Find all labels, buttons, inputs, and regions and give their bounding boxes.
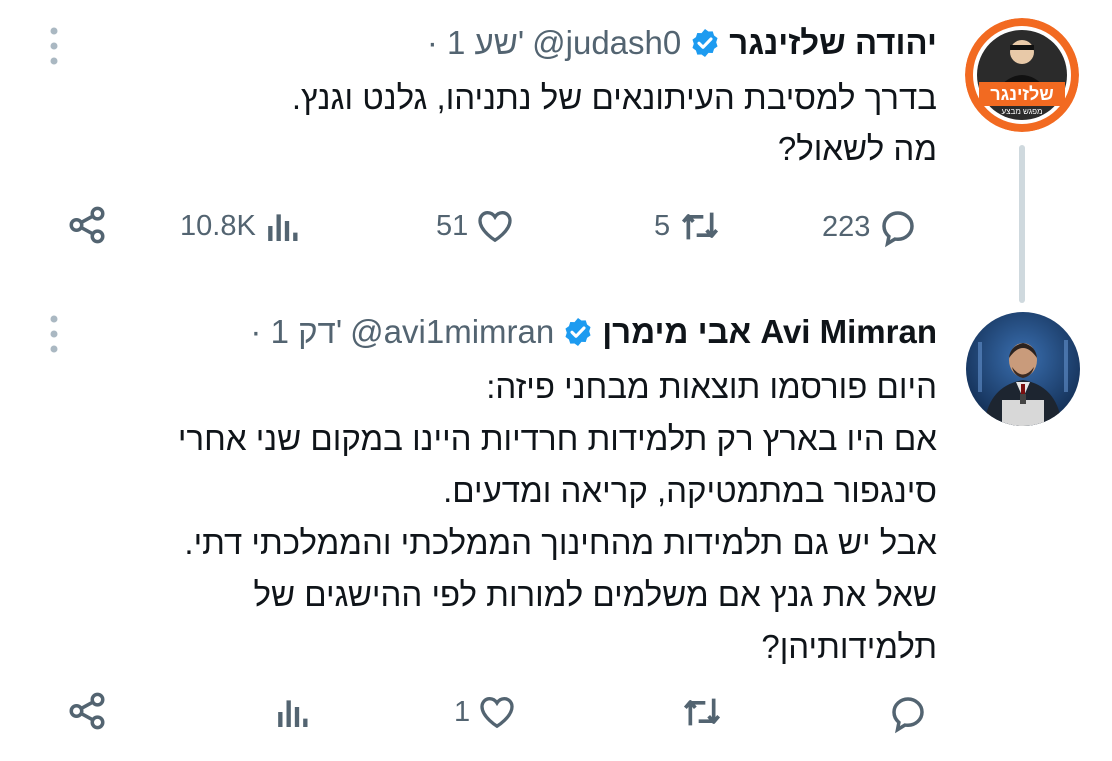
retweet-button[interactable]: 5 (654, 206, 724, 246)
more-vert-icon[interactable] (44, 24, 64, 68)
like-button[interactable]: 1 (454, 692, 518, 732)
likes-count: 51 (436, 209, 469, 242)
thread-connector-line (1019, 145, 1025, 303)
tweet-2[interactable]: אבי מימרן Avi Mimran @avi1mimran · 1 דק'… (0, 300, 1112, 761)
tweet-text-line: מה לשאול? (777, 130, 937, 167)
author-name[interactable]: יהודה שלזינגר (729, 24, 937, 62)
views-count: 10.8K (180, 209, 256, 242)
author-name[interactable]: אבי מימרן Avi Mimran (602, 313, 937, 351)
share-button[interactable] (66, 204, 108, 246)
tweet-header: אבי מימרן Avi Mimran @avi1mimran · 1 דק' (250, 313, 937, 351)
reply-icon (892, 697, 924, 734)
verified-badge-icon (692, 29, 718, 57)
views-icon (278, 700, 308, 727)
avatar-logo-subtext: מפגש מבצע (1002, 107, 1043, 116)
tweet-header: יהודה שלזינגר @judash0 · 1 שע' (427, 24, 937, 62)
views-button[interactable]: 10.8K (180, 206, 302, 246)
like-icon (478, 210, 512, 243)
reply-icon (882, 211, 915, 248)
avatar-photo-image (966, 312, 1080, 426)
avatar-logo-image: שלזינגר מפגש מבצע (965, 18, 1079, 132)
retweet-icon (682, 212, 719, 240)
author-avatar[interactable] (966, 312, 1080, 426)
likes-count: 1 (454, 695, 471, 728)
tweet-actions: 1 (0, 688, 1112, 738)
tweet-text-line: אם היו בארץ רק תלמידות חרדיות היינו במקו… (177, 420, 937, 457)
reply-button[interactable]: 223 (822, 206, 920, 248)
share-icon (69, 206, 105, 244)
replies-count: 223 (822, 210, 871, 243)
like-button[interactable]: 51 (436, 206, 516, 246)
tweet-text: היום פורסמו תוצאות מבחני פיזה: אם היו בא… (178, 361, 937, 673)
tweet-text-line: בדרך למסיבת העיתונאים של נתניהו, גלנט וג… (291, 79, 937, 116)
retweets-count: 5 (654, 209, 671, 242)
tweet-text-line: אבל יש גם תלמידות מהחינוך הממלכתי והממלכ… (184, 524, 937, 561)
share-button[interactable] (66, 690, 108, 732)
tweet-1[interactable]: שלזינגר מפגש מבצע יהודה שלזינגר @judash0… (0, 0, 1112, 300)
tweet-time[interactable]: · 1 שע' (427, 24, 524, 62)
tweet-time[interactable]: · 1 דק' (250, 313, 342, 351)
author-handle[interactable]: @avi1mimran (350, 313, 554, 351)
tweet-actions: 10.8K 51 5 223 (0, 202, 1112, 252)
tweet-text-line: תלמידותיהן? (761, 628, 937, 665)
author-handle[interactable]: @judash0 (532, 24, 681, 62)
more-vert-icon[interactable] (44, 312, 64, 356)
tweet-text: בדרך למסיבת העיתונאים של נתניהו, גלנט וג… (292, 72, 937, 174)
author-avatar[interactable]: שלזינגר מפגש מבצע (965, 18, 1079, 132)
avatar-logo-text: שלזינגר (990, 84, 1054, 104)
retweet-button[interactable] (678, 692, 726, 732)
like-icon (480, 696, 514, 729)
reply-button[interactable] (886, 692, 930, 734)
share-icon (69, 692, 105, 730)
retweet-icon (683, 698, 721, 726)
tweet-text-line: סינגפור במתמטיקה, קריאה ומדעים. (443, 472, 937, 509)
views-icon (267, 214, 298, 241)
tweet-text-line: היום פורסמו תוצאות מבחני פיזה: (486, 368, 937, 405)
views-button[interactable] (272, 692, 312, 732)
tweet-text-line: שאל את גנץ אם משלמים למורות לפי ההישגים … (253, 576, 938, 613)
verified-badge-icon (565, 318, 591, 346)
